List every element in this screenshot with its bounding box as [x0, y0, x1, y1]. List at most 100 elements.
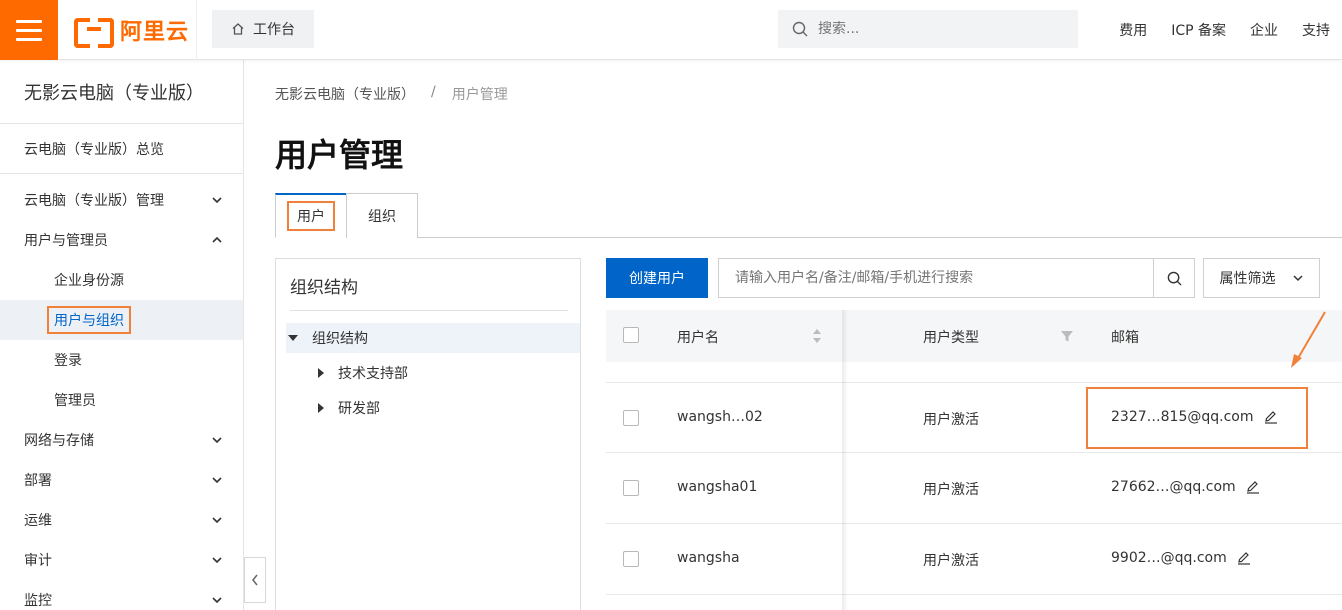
- attribute-filter-button[interactable]: 属性筛选: [1203, 258, 1320, 298]
- top-links: 费用 ICP 备案 企业 支持: [1119, 0, 1330, 60]
- link-enterprise[interactable]: 企业: [1250, 20, 1278, 40]
- cell-email: 9902…@qq.com: [1111, 550, 1251, 566]
- chevron-left-icon: [252, 574, 258, 586]
- link-icp[interactable]: ICP 备案: [1171, 20, 1226, 40]
- sidebar-item-network-storage[interactable]: 网络与存储: [0, 420, 243, 460]
- user-table: 用户名 用户类型 邮箱 wangsh…02 用户激活 2327…815@qq.c…: [606, 310, 1342, 610]
- main-content: 无影云电脑（专业版） / 用户管理 用户管理 用户 组织 组织结构 组织结构 技…: [245, 60, 1342, 610]
- sidebar-subitem-admins[interactable]: 管理员: [0, 380, 243, 420]
- header-username: 用户名: [677, 330, 719, 346]
- table-header: 用户名 用户类型 邮箱: [606, 310, 1342, 362]
- sidebar-item-label: 用户与管理员: [24, 233, 108, 249]
- breadcrumb-item-current: 用户管理: [451, 87, 508, 103]
- chevron-up-icon: [212, 236, 222, 243]
- chevron-down-icon: [212, 597, 222, 604]
- sort-icon[interactable]: [812, 328, 822, 344]
- search-icon: [1167, 271, 1182, 286]
- divider: [290, 310, 568, 311]
- global-search-input[interactable]: [818, 21, 1058, 37]
- breadcrumb-item-product[interactable]: 无影云电脑（专业版）: [275, 84, 415, 104]
- sidebar-item-deploy[interactable]: 部署: [0, 460, 243, 500]
- workbench-button[interactable]: 工作台: [212, 10, 314, 48]
- tab-users[interactable]: 用户: [275, 193, 347, 238]
- tree-node-label: 技术支持部: [338, 366, 408, 382]
- row-checkbox[interactable]: [623, 410, 639, 426]
- header-user-type: 用户类型: [923, 330, 979, 346]
- chevron-down-icon: [212, 517, 222, 524]
- org-structure-panel: 组织结构 组织结构 技术支持部 研发部: [275, 258, 581, 610]
- cell-username: wangsh…02: [677, 409, 763, 425]
- filter-label: 属性筛选: [1219, 271, 1276, 287]
- header-email: 邮箱: [1111, 330, 1139, 346]
- cell-user-type: 用户激活: [923, 553, 979, 569]
- annotation-highlight-box: [1086, 387, 1308, 449]
- tree-node-label: 组织结构: [312, 331, 368, 347]
- table-row: wangsha01 用户激活 27662…@qq.com: [606, 453, 1342, 524]
- chevron-down-icon: [212, 197, 222, 204]
- sidebar-subitem-users-orgs[interactable]: 用户与组织: [0, 300, 243, 340]
- breadcrumb-separator: /: [431, 84, 436, 100]
- home-icon: [232, 23, 244, 35]
- tree-node-tech-support[interactable]: 技术支持部: [318, 358, 408, 388]
- breadcrumb: 无影云电脑（专业版） / 用户管理: [275, 84, 508, 104]
- divider: [196, 0, 197, 60]
- sidebar-item-monitor[interactable]: 监控: [0, 580, 243, 610]
- search-icon: [792, 21, 808, 37]
- chevron-down-icon: [212, 557, 222, 564]
- sidebar-subitem-login[interactable]: 登录: [0, 340, 243, 380]
- cell-email: 27662…@qq.com: [1111, 479, 1260, 495]
- tree-node-rd[interactable]: 研发部: [318, 393, 380, 423]
- annotation-arrow-icon: [1291, 311, 1326, 368]
- sidebar-item-audit[interactable]: 审计: [0, 540, 243, 580]
- caret-right-icon[interactable]: [318, 403, 324, 413]
- email-value: 9902…@qq.com: [1111, 550, 1227, 566]
- sidebar-collapse-button[interactable]: [244, 557, 266, 603]
- org-panel-title: 组织结构: [290, 278, 358, 298]
- sidebar-title: 无影云电脑（专业版）: [0, 60, 243, 124]
- sidebar-item-overview[interactable]: 云电脑（专业版）总览: [0, 124, 243, 174]
- tree-node-root[interactable]: 组织结构: [286, 323, 580, 353]
- tree-node-label: 研发部: [338, 401, 380, 417]
- table-row: wangsh…02 用户激活 2327…815@qq.com: [606, 382, 1342, 453]
- tab-bar: 用户 组织: [275, 193, 1342, 238]
- cell-username: wangsha: [677, 550, 740, 566]
- user-search-button[interactable]: [1153, 258, 1195, 298]
- caret-right-icon[interactable]: [318, 368, 324, 378]
- edit-pencil-icon[interactable]: [1246, 480, 1260, 494]
- tab-orgs[interactable]: 组织: [346, 193, 418, 238]
- fixed-column-shadow: [842, 310, 848, 610]
- select-all-checkbox[interactable]: [623, 327, 639, 343]
- page-title: 用户管理: [275, 136, 404, 174]
- create-user-button[interactable]: 创建用户: [606, 258, 708, 298]
- sidebar-item-label: 运维: [24, 513, 52, 529]
- hamburger-menu-icon[interactable]: [0, 0, 58, 60]
- sidebar-item-desktop-management[interactable]: 云电脑（专业版）管理: [0, 180, 243, 220]
- filter-funnel-icon[interactable]: [1060, 329, 1074, 343]
- cell-username: wangsha01: [677, 479, 758, 495]
- table-row: wangsha 用户激活 9902…@qq.com: [606, 524, 1342, 595]
- row-checkbox[interactable]: [623, 551, 639, 567]
- sidebar-item-ops[interactable]: 运维: [0, 500, 243, 540]
- aliyun-logo[interactable]: 阿里云: [74, 16, 190, 48]
- global-search[interactable]: [778, 10, 1078, 48]
- sidebar-item-label: 部署: [24, 473, 52, 489]
- sidebar-subitem-label: 用户与组织: [47, 306, 131, 334]
- cell-user-type: 用户激活: [923, 482, 979, 498]
- sidebar-item-label: 云电脑（专业版）管理: [24, 193, 164, 209]
- user-search[interactable]: [718, 258, 1154, 298]
- chevron-down-icon: [212, 437, 222, 444]
- row-checkbox[interactable]: [623, 480, 639, 496]
- logo-text: 阿里云: [120, 20, 190, 45]
- top-navbar: 阿里云 工作台 费用 ICP 备案 企业 支持: [0, 0, 1342, 60]
- sidebar: 无影云电脑（专业版） 云电脑（专业版）总览 云电脑（专业版）管理 用户与管理员 …: [0, 60, 244, 610]
- user-search-input[interactable]: [735, 270, 1135, 286]
- link-support[interactable]: 支持: [1302, 20, 1330, 40]
- caret-down-icon[interactable]: [288, 335, 298, 341]
- link-billing[interactable]: 费用: [1119, 20, 1147, 40]
- sidebar-subitem-identity-source[interactable]: 企业身份源: [0, 260, 243, 300]
- workbench-label: 工作台: [253, 22, 295, 38]
- sidebar-item-users-admins[interactable]: 用户与管理员: [0, 220, 243, 260]
- edit-pencil-icon[interactable]: [1237, 551, 1251, 565]
- sidebar-item-label: 审计: [24, 553, 52, 569]
- aliyun-logo-icon: [74, 18, 114, 48]
